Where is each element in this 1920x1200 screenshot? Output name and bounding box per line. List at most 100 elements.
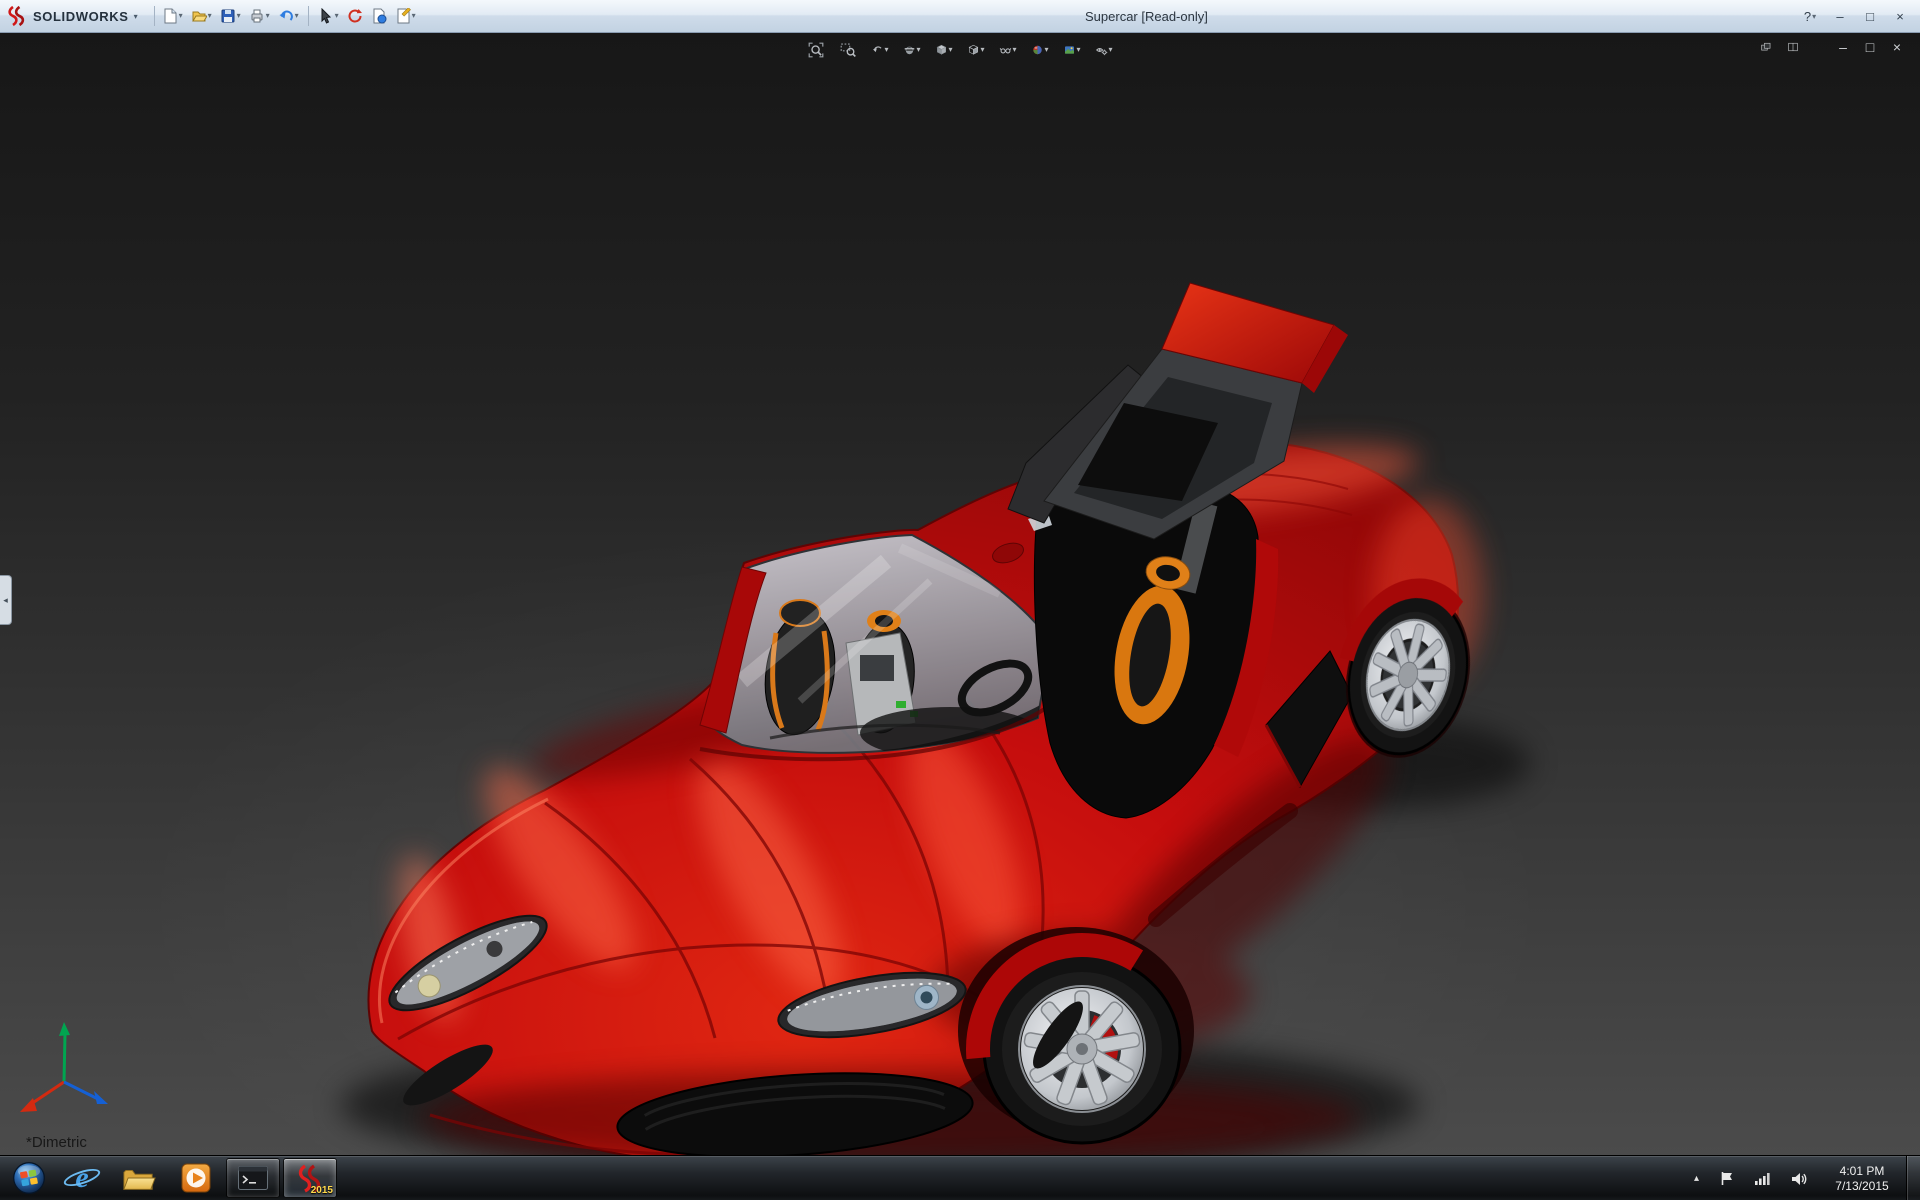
dropdown-caret-icon[interactable]: ▾ <box>266 12 270 20</box>
solidworks-logo: SOLIDWORKS ▾ <box>6 5 138 27</box>
speaker-icon <box>1791 1172 1807 1186</box>
appearance-sphere-icon <box>1032 40 1044 60</box>
view-orientation-label: *Dimetric <box>26 1134 87 1151</box>
open-button[interactable]: ▾ <box>188 3 215 29</box>
undo-arrow-icon <box>278 8 294 24</box>
folder-icon <box>122 1164 156 1192</box>
z-axis-arrow <box>94 1091 108 1104</box>
action-center-icon[interactable] <box>1714 1170 1740 1187</box>
supercar-3d-model[interactable] <box>0 33 1920 1155</box>
taskbar-item-windows-explorer[interactable] <box>112 1158 166 1198</box>
restore-window-button[interactable]: □ <box>1856 6 1884 28</box>
network-bars-icon <box>1755 1172 1770 1185</box>
close-window-button[interactable]: × <box>1886 6 1914 28</box>
toolbar-separator <box>308 6 309 26</box>
previous-view-icon <box>872 40 884 60</box>
network-icon[interactable] <box>1749 1171 1776 1186</box>
system-tray: ▴ <box>1688 1156 1902 1200</box>
zoom-to-fit-button[interactable] <box>802 37 831 62</box>
new-document-icon <box>162 8 178 24</box>
cascade-windows-icon <box>1761 40 1771 54</box>
dropdown-caret-icon[interactable]: ▾ <box>1108 46 1112 54</box>
dropdown-caret-icon[interactable]: ▾ <box>208 12 212 20</box>
view-settings-icon <box>1096 40 1108 60</box>
print-icon <box>249 8 265 24</box>
view-orientation-button[interactable]: ▾ <box>930 37 959 62</box>
tile-windows-button[interactable] <box>1782 37 1804 57</box>
file-properties-icon <box>371 8 387 24</box>
start-button[interactable] <box>6 1156 52 1200</box>
minimize-document-button[interactable]: – <box>1832 37 1854 57</box>
show-desktop-button[interactable] <box>1906 1156 1920 1200</box>
edit-appearance-button[interactable]: ▾ <box>1026 37 1055 62</box>
dropdown-caret-icon[interactable]: ▾ <box>980 46 984 54</box>
scene-icon <box>1064 40 1076 60</box>
zoom-to-fit-icon <box>808 40 825 60</box>
flag-icon <box>1720 1171 1734 1186</box>
close-document-button[interactable]: × <box>1886 37 1908 57</box>
restore-document-button[interactable]: □ <box>1859 37 1881 57</box>
apply-scene-button[interactable]: ▾ <box>1058 37 1087 62</box>
print-button[interactable]: ▾ <box>246 3 273 29</box>
select-button[interactable]: ▾ <box>315 3 342 29</box>
options-button[interactable]: ▾ <box>392 3 419 29</box>
dropdown-caret-icon[interactable]: ▾ <box>1012 46 1016 54</box>
feature-manager-collapsed-tab[interactable]: ◂ <box>0 575 12 625</box>
save-button[interactable]: ▾ <box>217 3 244 29</box>
dropdown-caret-icon[interactable]: ▾ <box>335 12 339 20</box>
dropdown-caret-icon[interactable]: ▾ <box>237 12 241 20</box>
tile-windows-icon <box>1788 40 1798 54</box>
desktop: SOLIDWORKS ▾ ▾ ▾ <box>0 0 1920 1200</box>
taskbar-item-solidworks-2015[interactable]: 2015 <box>283 1158 337 1198</box>
toolbar-separator <box>154 6 155 26</box>
panel-tab-arrow-icon: ◂ <box>3 595 8 606</box>
undo-button[interactable]: ▾ <box>275 3 302 29</box>
graphics-viewport[interactable]: ▾ ▾ ▾ <box>0 33 1920 1155</box>
taskbar-clock[interactable]: 4:01 PM 7/13/2015 <box>1822 1164 1902 1194</box>
taskbar-item-media-player[interactable] <box>169 1158 223 1198</box>
dropdown-caret-icon[interactable]: ▾ <box>295 12 299 20</box>
clock-date: 7/13/2015 <box>1822 1179 1902 1194</box>
clock-time: 4:01 PM <box>1822 1164 1902 1179</box>
car-body[interactable] <box>368 431 1483 1155</box>
dropdown-caret-icon[interactable]: ▾ <box>412 12 416 20</box>
document-window-controls: – □ × <box>1755 37 1908 57</box>
dropdown-caret-icon[interactable]: ▾ <box>1076 46 1080 54</box>
zoom-to-area-icon <box>840 40 857 60</box>
previous-view-button[interactable]: ▾ <box>866 37 895 62</box>
volume-icon[interactable] <box>1785 1171 1813 1187</box>
windows-taskbar: e <box>0 1155 1920 1200</box>
y-axis-arrow <box>59 1022 70 1036</box>
help-button[interactable]: ? ▾ <box>1796 6 1824 28</box>
select-cursor-icon <box>318 8 334 24</box>
dropdown-caret-icon[interactable]: ▾ <box>948 46 952 54</box>
display-style-button[interactable]: ▾ <box>962 37 991 62</box>
help-glyph: ? <box>1804 9 1811 24</box>
internet-explorer-icon: e <box>65 1161 99 1195</box>
window-controls: ? ▾ – □ × <box>1796 0 1914 33</box>
taskbar-item-internet-explorer[interactable]: e <box>55 1158 109 1198</box>
minimize-window-button[interactable]: – <box>1826 6 1854 28</box>
quick-access-toolbar: ▾ ▾ ▾ <box>159 3 419 29</box>
orientation-triad <box>12 1016 112 1121</box>
section-view-icon <box>904 40 916 60</box>
taskbar-item-command-prompt[interactable] <box>226 1158 280 1198</box>
dropdown-caret-icon[interactable]: ▾ <box>916 46 920 54</box>
file-properties-button[interactable] <box>368 3 390 29</box>
view-settings-button[interactable]: ▾ <box>1090 37 1119 62</box>
command-prompt-icon <box>238 1166 268 1190</box>
heads-up-view-toolbar: ▾ ▾ ▾ <box>802 37 1119 62</box>
dropdown-caret-icon[interactable]: ▾ <box>884 46 888 54</box>
dropdown-caret-icon[interactable]: ▾ <box>179 12 183 20</box>
logo-menu-caret-icon[interactable]: ▾ <box>134 12 138 21</box>
show-hidden-icons-button[interactable]: ▴ <box>1688 1172 1705 1185</box>
zoom-to-area-button[interactable] <box>834 37 863 62</box>
hide-show-items-button[interactable]: ▾ <box>994 37 1023 62</box>
rebuild-button[interactable] <box>344 3 366 29</box>
new-document-button[interactable]: ▾ <box>159 3 186 29</box>
new-window-button[interactable] <box>1755 37 1777 57</box>
section-view-button[interactable]: ▾ <box>898 37 927 62</box>
windows-orb-icon <box>12 1158 46 1198</box>
save-floppy-icon <box>220 8 236 24</box>
dropdown-caret-icon[interactable]: ▾ <box>1044 46 1048 54</box>
